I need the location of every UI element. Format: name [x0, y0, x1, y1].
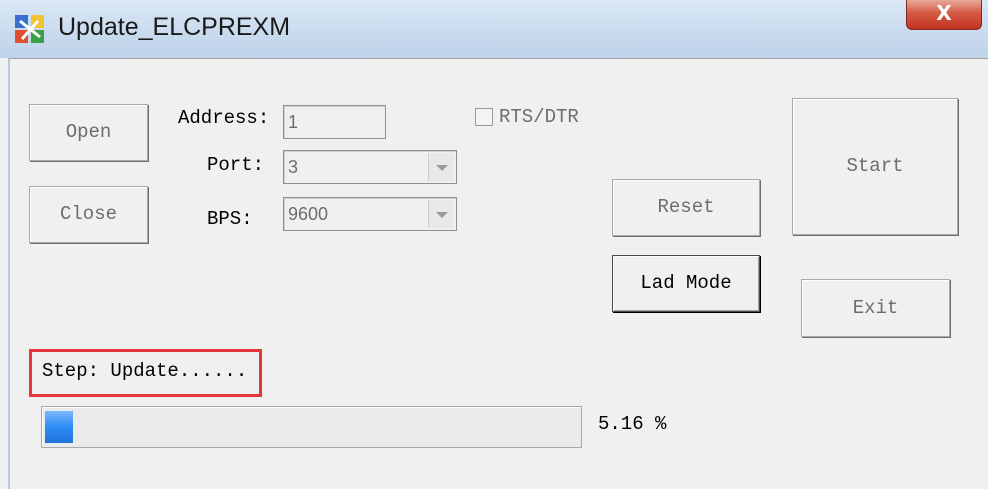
step-status-text: Step: Update......	[42, 360, 248, 382]
exit-button[interactable]: Exit	[801, 279, 950, 337]
port-select-value: 3	[288, 157, 299, 177]
address-input[interactable]: 1	[283, 105, 386, 139]
bps-select-value: 9600	[288, 204, 329, 224]
progress-fill	[45, 411, 73, 443]
open-button[interactable]: Open	[29, 104, 148, 161]
bps-label: BPS:	[207, 208, 253, 230]
title-bar[interactable]: Update_ELCPREXM X	[0, 0, 988, 58]
window-title: Update_ELCPREXM	[58, 13, 291, 41]
window-close-button[interactable]: X	[906, 0, 982, 30]
port-label: Port:	[207, 154, 265, 176]
close-button[interactable]: Close	[29, 186, 148, 243]
chevron-down-icon[interactable]	[428, 153, 454, 181]
reset-button[interactable]: Reset	[612, 179, 760, 236]
chevron-down-icon[interactable]	[428, 200, 454, 228]
bps-select[interactable]: 9600	[283, 197, 457, 231]
app-icon	[15, 15, 44, 43]
rts-dtr-checkbox[interactable]	[475, 108, 493, 126]
start-button[interactable]: Start	[792, 98, 958, 235]
progress-percent-label: 5.16 %	[598, 413, 667, 435]
progress-bar	[41, 406, 582, 448]
address-label: Address:	[178, 107, 270, 129]
rts-dtr-label: RTS/DTR	[499, 106, 579, 128]
port-select[interactable]: 3	[283, 150, 457, 184]
lad-mode-button[interactable]: Lad Mode	[612, 255, 760, 312]
